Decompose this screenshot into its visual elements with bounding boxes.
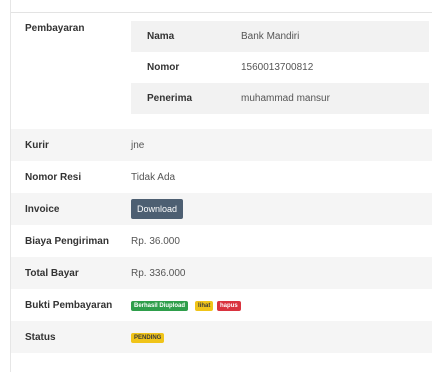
payment-number-key: Nomor	[147, 62, 180, 73]
payment-number-value: 1560013700812	[241, 62, 314, 73]
payment-row-recipient: Penerima muhammad mansur	[131, 83, 429, 114]
view-badge[interactable]: lihat	[195, 301, 214, 311]
total-label: Total Bayar	[25, 268, 79, 279]
courier-value: jne	[131, 140, 145, 151]
courier-row: Kurir jne	[11, 129, 432, 161]
total-row: Total Bayar Rp. 336.000	[11, 257, 432, 289]
receipt-label: Nomor Resi	[25, 172, 82, 183]
receipt-row: Nomor Resi Tidak Ada	[11, 161, 432, 193]
delete-badge[interactable]: hapus	[217, 301, 241, 311]
status-row: Status PENDING	[11, 321, 432, 353]
status-badge: PENDING	[131, 333, 165, 343]
download-button[interactable]: Download	[131, 199, 184, 219]
payment-recipient-value: muhammad mansur	[241, 93, 330, 104]
total-value: Rp. 336.000	[131, 268, 186, 279]
payment-row-number: Nomor 1560013700812	[131, 52, 429, 83]
status-label: Status	[25, 332, 56, 343]
payment-name-key: Nama	[147, 31, 175, 42]
payment-details-table: Nama Bank Mandiri Nomor 1560013700812 Pe…	[131, 21, 429, 114]
invoice-label: Invoice	[25, 204, 60, 215]
receipt-value: Tidak Ada	[131, 172, 176, 183]
shipping-cost-label: Biaya Pengiriman	[25, 236, 109, 247]
payment-row-name: Nama Bank Mandiri	[131, 21, 429, 52]
shipping-cost-value: Rp. 36.000	[131, 236, 180, 247]
uploaded-badge: Berhasil Diupload	[131, 301, 189, 311]
shipping-cost-row: Biaya Pengiriman Rp. 36.000	[11, 225, 432, 257]
payment-section: Pembayaran Nama Bank Mandiri Nomor 15600…	[11, 12, 432, 127]
invoice-row: Invoice Download	[11, 193, 432, 225]
proof-label: Bukti Pembayaran	[25, 300, 113, 311]
courier-label: Kurir	[25, 140, 49, 151]
payment-name-value: Bank Mandiri	[241, 31, 300, 42]
payment-label: Pembayaran	[25, 23, 85, 34]
payment-recipient-key: Penerima	[147, 93, 193, 104]
proof-row: Bukti Pembayaran Berhasil Diupload lihat…	[11, 289, 432, 321]
